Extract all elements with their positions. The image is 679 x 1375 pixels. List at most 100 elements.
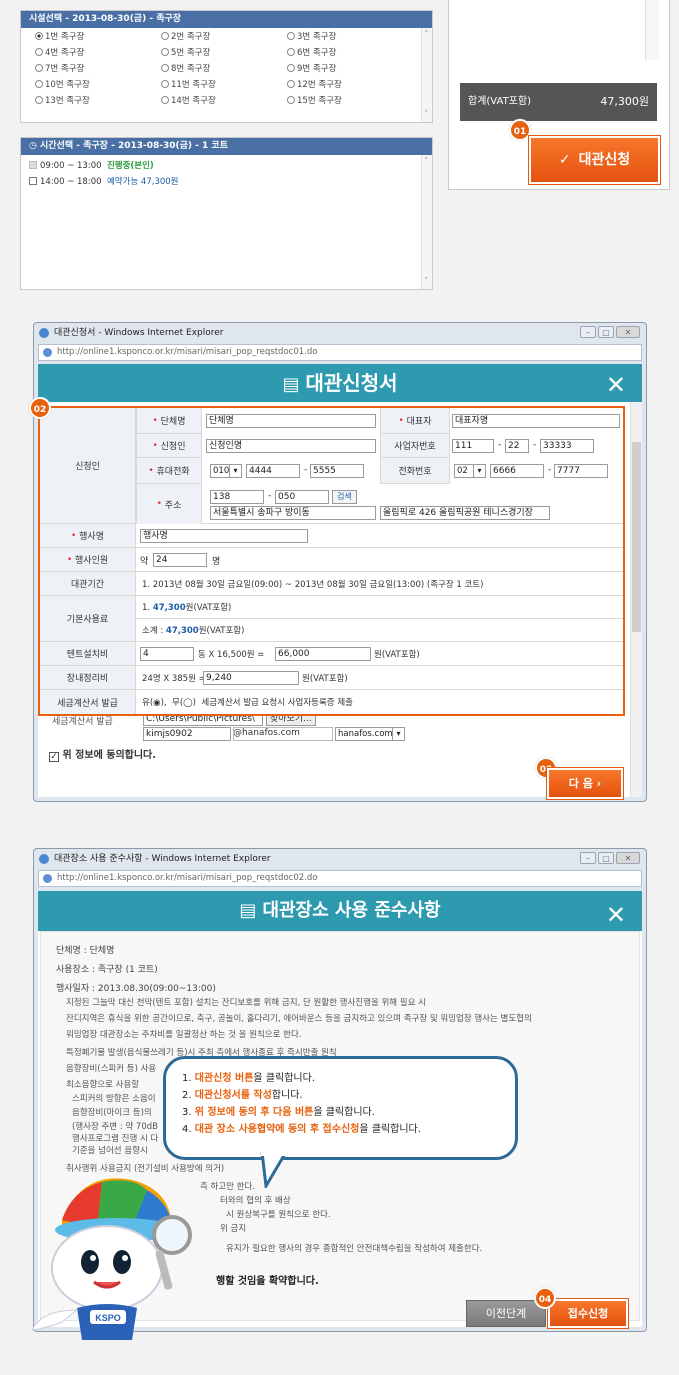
summary-scrollbar[interactable] xyxy=(645,0,659,60)
close-icon[interactable]: ✕ xyxy=(606,366,626,404)
phone-field-2[interactable]: 6666 xyxy=(490,464,544,478)
step-badge-2: 02 xyxy=(29,397,51,419)
facility-option[interactable]: 12번 족구장 xyxy=(287,78,413,93)
facility-option[interactable]: 15번 족구장 xyxy=(287,94,413,109)
rule-line: 위 금지 xyxy=(220,1224,247,1234)
time-slot[interactable]: 14:00 ~ 18:00 예약가능 47,300원 xyxy=(21,174,432,190)
step-badge-1: 01 xyxy=(509,119,531,141)
facility-radio[interactable] xyxy=(287,64,295,72)
facility-radio[interactable] xyxy=(161,80,169,88)
address-bar[interactable]: http://online1.ksponco.or.kr/misari/misa… xyxy=(38,344,642,361)
facility-option[interactable]: 2번 족구장 xyxy=(161,30,287,45)
facility-scrollbar[interactable] xyxy=(421,28,432,122)
phone-prefix-select[interactable]: 02 xyxy=(454,464,486,478)
tent-qty-field[interactable]: 4 xyxy=(140,647,194,661)
facility-option[interactable]: 11번 족구장 xyxy=(161,78,287,93)
invoice-no-radio[interactable]: ◯ xyxy=(183,698,193,708)
bizno-field-1[interactable]: 111 xyxy=(452,439,494,453)
rule-line: 행사프로그램 진행 시 다 xyxy=(72,1134,159,1144)
maximize-icon[interactable]: ▢ xyxy=(598,852,614,864)
minimize-icon[interactable]: – xyxy=(580,852,596,864)
window-controls: – ▢ ✕ xyxy=(580,852,640,864)
facility-radio[interactable] xyxy=(35,48,43,56)
facility-radio[interactable] xyxy=(161,48,169,56)
email-domain-select[interactable]: hanafos.com xyxy=(335,727,405,741)
group-name-field[interactable]: 단체명 xyxy=(206,414,376,428)
facility-option[interactable]: 8번 족구장 xyxy=(161,62,287,77)
rule-line: 지정된 그늘막 대신 천막(텐트 포함) 설치는 잔디보호를 위해 금지, 단 … xyxy=(66,998,426,1008)
agree-row[interactable]: ✓ 위 정보에 동의합니다. xyxy=(49,746,156,762)
facility-radio[interactable] xyxy=(35,96,43,104)
bizno-field-2[interactable]: 22 xyxy=(505,439,529,453)
facility-option[interactable]: 4번 족구장 xyxy=(35,46,161,61)
agree-checkbox[interactable]: ✓ xyxy=(49,752,59,762)
tent-total-field: 66,000 xyxy=(275,647,371,661)
address-bar[interactable]: http://online1.ksponco.or.kr/misari/misa… xyxy=(38,870,642,887)
zip-field-2[interactable]: 050 xyxy=(275,490,329,504)
cleanup-calc: 24명 X 385원 = xyxy=(142,674,206,684)
facility-option[interactable]: 7번 족구장 xyxy=(35,62,161,77)
facility-radio[interactable] xyxy=(161,96,169,104)
facility-label: 14번 족구장 xyxy=(171,96,216,106)
scroll-thumb[interactable] xyxy=(632,442,641,632)
facility-radio[interactable] xyxy=(161,32,169,40)
phone-field-3[interactable]: 7777 xyxy=(554,464,608,478)
facility-label: 9번 족구장 xyxy=(297,64,337,74)
invoice-yes-radio[interactable]: ◉ xyxy=(153,698,160,708)
slot-checkbox[interactable] xyxy=(29,177,37,185)
facility-option[interactable]: 1번 족구장 xyxy=(35,30,161,45)
representative-field[interactable]: 대표자명 xyxy=(452,414,620,428)
address-line2-field[interactable]: 올림픽로 426 올림픽공원 테니스경기장 xyxy=(380,506,550,520)
facility-radio[interactable] xyxy=(287,48,295,56)
divider xyxy=(136,618,623,619)
next-button[interactable]: 다 음 › xyxy=(547,768,623,799)
close-window-icon[interactable]: ✕ xyxy=(616,326,640,338)
time-scrollbar[interactable] xyxy=(421,155,432,289)
slot-status: 예약가능 47,300원 xyxy=(106,177,179,187)
facility-radio[interactable] xyxy=(287,32,295,40)
facility-radio[interactable] xyxy=(35,64,43,72)
address-line1-field[interactable]: 서울특별시 송파구 방이동 xyxy=(210,506,376,520)
total-bar: 합계(VAT포함) 47,300원 xyxy=(460,83,657,121)
facility-option[interactable]: 6번 족구장 xyxy=(287,46,413,61)
mobile-field-2[interactable]: 4444 xyxy=(246,464,300,478)
close-icon[interactable]: ✕ xyxy=(606,895,626,935)
close-window-icon[interactable]: ✕ xyxy=(616,852,640,864)
window-title: 대관신청서 - Windows Internet Explorer xyxy=(34,323,646,343)
email-domain-field[interactable] xyxy=(233,727,333,741)
window-title: 대관장소 사용 준수사항 - Windows Internet Explorer xyxy=(34,849,646,869)
prev-step-button[interactable]: 이전단계 xyxy=(466,1300,546,1327)
apply-button[interactable]: ✓ 대관신청 xyxy=(529,136,660,184)
mobile-prefix-select[interactable]: 010 xyxy=(210,464,242,478)
attendance-field[interactable]: 24 xyxy=(153,553,207,567)
facility-radio[interactable] xyxy=(287,96,295,104)
facility-option[interactable]: 5번 족구장 xyxy=(161,46,287,61)
tent-calc: 동 X 16,500원 = xyxy=(198,650,265,660)
rules-header: ▤ 대관장소 사용 준수사항 ✕ xyxy=(38,891,642,931)
body-scrollbar[interactable] xyxy=(630,402,642,797)
event-name-field[interactable]: 행사명 xyxy=(140,529,308,543)
zip-field-1[interactable]: 138 xyxy=(210,490,264,504)
facility-radio[interactable] xyxy=(35,32,43,40)
facility-option[interactable]: 10번 족구장 xyxy=(35,78,161,93)
base-fee-subtotal: 소계 : 47,300원(VAT포함) xyxy=(142,626,245,636)
applicant-name-field[interactable]: 신청인명 xyxy=(206,439,376,453)
email-user-field[interactable]: kimjs0902 xyxy=(143,727,231,741)
facility-radio[interactable] xyxy=(287,80,295,88)
minimize-icon[interactable]: – xyxy=(580,326,596,338)
applicant-name-label: • 신청인 xyxy=(136,434,202,458)
maximize-icon[interactable]: ▢ xyxy=(598,326,614,338)
instruction-step: 4. 대관 장소 사용협약에 동의 후 접수신청을 클릭합니다. xyxy=(182,1124,421,1135)
mobile-field-3[interactable]: 5555 xyxy=(310,464,364,478)
facility-option[interactable]: 3번 족구장 xyxy=(287,30,413,45)
bizno-field-3[interactable]: 33333 xyxy=(540,439,594,453)
facility-panel: 시설선택 - 2013-08-30(금) - 족구장 1번 족구장 2번 족구장 3… xyxy=(20,10,433,123)
facility-option[interactable]: 14번 족구장 xyxy=(161,94,287,109)
instruction-step: 2. 대관신청서를 작성합니다. xyxy=(182,1090,303,1101)
facility-option[interactable]: 9번 족구장 xyxy=(287,62,413,77)
facility-radio[interactable] xyxy=(161,64,169,72)
address-search-button[interactable]: 검색 xyxy=(332,490,357,504)
facility-radio[interactable] xyxy=(35,80,43,88)
facility-option[interactable]: 13번 족구장 xyxy=(35,94,161,109)
submit-button[interactable]: 접수신청 xyxy=(548,1299,628,1328)
